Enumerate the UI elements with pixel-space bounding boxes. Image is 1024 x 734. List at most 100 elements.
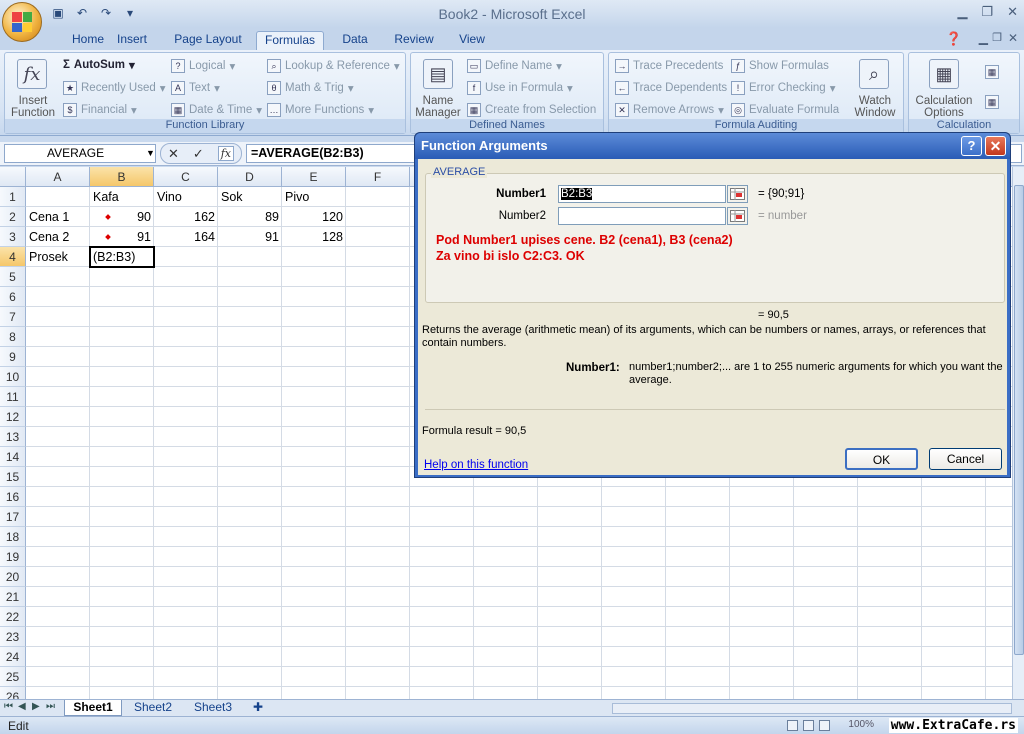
row-header[interactable]: 12 [0,407,26,427]
row-header[interactable]: 24 [0,647,26,667]
page-layout-view-icon[interactable] [803,720,814,731]
ribbon-minimize-icon[interactable]: ▁ [979,31,988,45]
row-header[interactable]: 9 [0,347,26,367]
next-sheet-icon[interactable]: ▶ [32,701,40,712]
row-header[interactable]: 22 [0,607,26,627]
number1-input[interactable]: B2:B3 [558,185,726,203]
sheet-tab-sheet3[interactable]: Sheet3 [184,700,242,716]
row-header[interactable]: 2 [0,207,26,227]
cell-c1[interactable]: Vino [154,187,218,207]
name-box-dropdown-icon[interactable]: ▼ [146,148,155,158]
cell-d2[interactable]: 89 [218,207,282,227]
text-button[interactable]: A Text ▾ [171,81,220,95]
column-header-e[interactable]: E [282,167,346,187]
close-icon[interactable]: ✕ [1007,4,1018,20]
name-manager-icon[interactable]: ▤ [423,59,453,89]
number2-input[interactable] [558,207,726,225]
cell-b2[interactable]: 90 [90,207,154,227]
trace-dependents-button[interactable]: ← Trace Dependents [615,81,727,95]
minimize-icon[interactable]: ▁ [957,4,967,20]
name-box[interactable]: AVERAGE [4,144,156,163]
show-formulas-button[interactable]: ƒ Show Formulas [731,59,829,73]
column-header-c[interactable]: C [154,167,218,187]
office-button[interactable] [2,2,42,42]
row-header[interactable]: 21 [0,587,26,607]
tab-data[interactable]: Data [332,31,378,50]
cell-e2[interactable]: 120 [282,207,346,227]
cell-c3[interactable]: 164 [154,227,218,247]
cell-a4[interactable]: Prosek [26,247,90,267]
autosum-button[interactable]: Σ AutoSum ▾ [63,58,135,72]
row-header[interactable]: 8 [0,327,26,347]
cell-a2[interactable]: Cena 1 [26,207,90,227]
row-header[interactable]: 16 [0,487,26,507]
cancel-button[interactable]: Cancel [929,448,1002,470]
row-header[interactable]: 20 [0,567,26,587]
row-header[interactable]: 17 [0,507,26,527]
cell-c2[interactable]: 162 [154,207,218,227]
normal-view-icon[interactable] [787,720,798,731]
lookup-reference-button[interactable]: ⌕ Lookup & Reference ▾ [267,59,400,73]
help-icon[interactable]: ? [961,136,982,156]
select-all-corner[interactable] [0,167,26,187]
tab-review[interactable]: Review [388,31,440,50]
define-name-button[interactable]: ▭ Define Name ▾ [467,59,562,73]
column-header-b[interactable]: B [90,167,154,187]
column-header-d[interactable]: D [218,167,282,187]
row-header[interactable]: 15 [0,467,26,487]
remove-arrows-button[interactable]: ✕ Remove Arrows ▾ [615,103,724,117]
restore-icon[interactable]: ❐ [981,4,993,20]
recently-used-button[interactable]: ★ Recently Used ▾ [63,81,166,95]
row-header[interactable]: 6 [0,287,26,307]
page-break-view-icon[interactable] [819,720,830,731]
vertical-scrollbar[interactable] [1012,167,1024,700]
watch-window-icon[interactable]: ⌕ [859,59,889,89]
create-from-selection-button[interactable]: ▦ Create from Selection [467,103,596,117]
cell-b3[interactable]: 91 [90,227,154,247]
cell-d3[interactable]: 91 [218,227,282,247]
insert-function-icon[interactable]: fx [17,59,47,89]
row-header[interactable]: 1 [0,187,26,207]
sheet-tab-sheet1[interactable]: Sheet1 [64,700,122,716]
zoom-level[interactable]: 100% [848,719,874,730]
cell-e1[interactable]: Pivo [282,187,346,207]
row-header[interactable]: 19 [0,547,26,567]
evaluate-formula-button[interactable]: ◎ Evaluate Formula [731,103,839,117]
calculator-icon[interactable]: ▦ [929,59,959,89]
close-icon[interactable]: ✕ [985,136,1006,156]
logical-button[interactable]: ? Logical ▾ [171,59,235,73]
ribbon-close-icon[interactable]: ✕ [1008,31,1018,45]
row-header[interactable]: 3 [0,227,26,247]
trace-precedents-button[interactable]: → Trace Precedents [615,59,723,73]
use-in-formula-button[interactable]: f Use in Formula ▾ [467,81,573,95]
tab-formulas[interactable]: Formulas [256,31,324,50]
tab-insert[interactable]: Insert [104,31,160,50]
insert-sheet-icon[interactable]: ✚ [246,700,270,716]
cell-b1[interactable]: Kafa [90,187,154,207]
collapse-dialog-icon[interactable] [727,185,748,203]
insert-function-fx-icon[interactable]: fx [217,146,235,161]
ribbon-restore-icon[interactable]: ❐ [992,31,1002,44]
watch-window-label[interactable]: Watch Window [847,95,903,119]
row-header[interactable]: 5 [0,267,26,287]
sheet-tab-sheet2[interactable]: Sheet2 [124,700,182,716]
calculate-now-icon[interactable]: ▦ [985,65,999,79]
error-checking-button[interactable]: ! Error Checking ▾ [731,81,835,95]
row-header[interactable]: 4 [0,247,26,267]
math-trig-button[interactable]: θ Math & Trig ▾ [267,81,354,95]
row-header[interactable]: 13 [0,427,26,447]
column-header-a[interactable]: A [26,167,90,187]
calculation-options-label[interactable]: Calculation Options [911,95,977,119]
cancel-entry-icon[interactable]: ✕ [168,146,179,162]
first-sheet-icon[interactable]: ⏮ [4,701,13,712]
enter-icon[interactable]: ✓ [193,146,204,162]
tab-view[interactable]: View [448,31,496,50]
row-header[interactable]: 11 [0,387,26,407]
row-header[interactable]: 18 [0,527,26,547]
last-sheet-icon[interactable]: ⏭ [46,701,55,712]
more-functions-button[interactable]: … More Functions ▾ [267,103,374,117]
help-icon[interactable]: ❓ [946,31,962,47]
row-header[interactable]: 7 [0,307,26,327]
prev-sheet-icon[interactable]: ◀ [18,701,26,712]
tab-page-layout[interactable]: Page Layout [166,31,250,50]
